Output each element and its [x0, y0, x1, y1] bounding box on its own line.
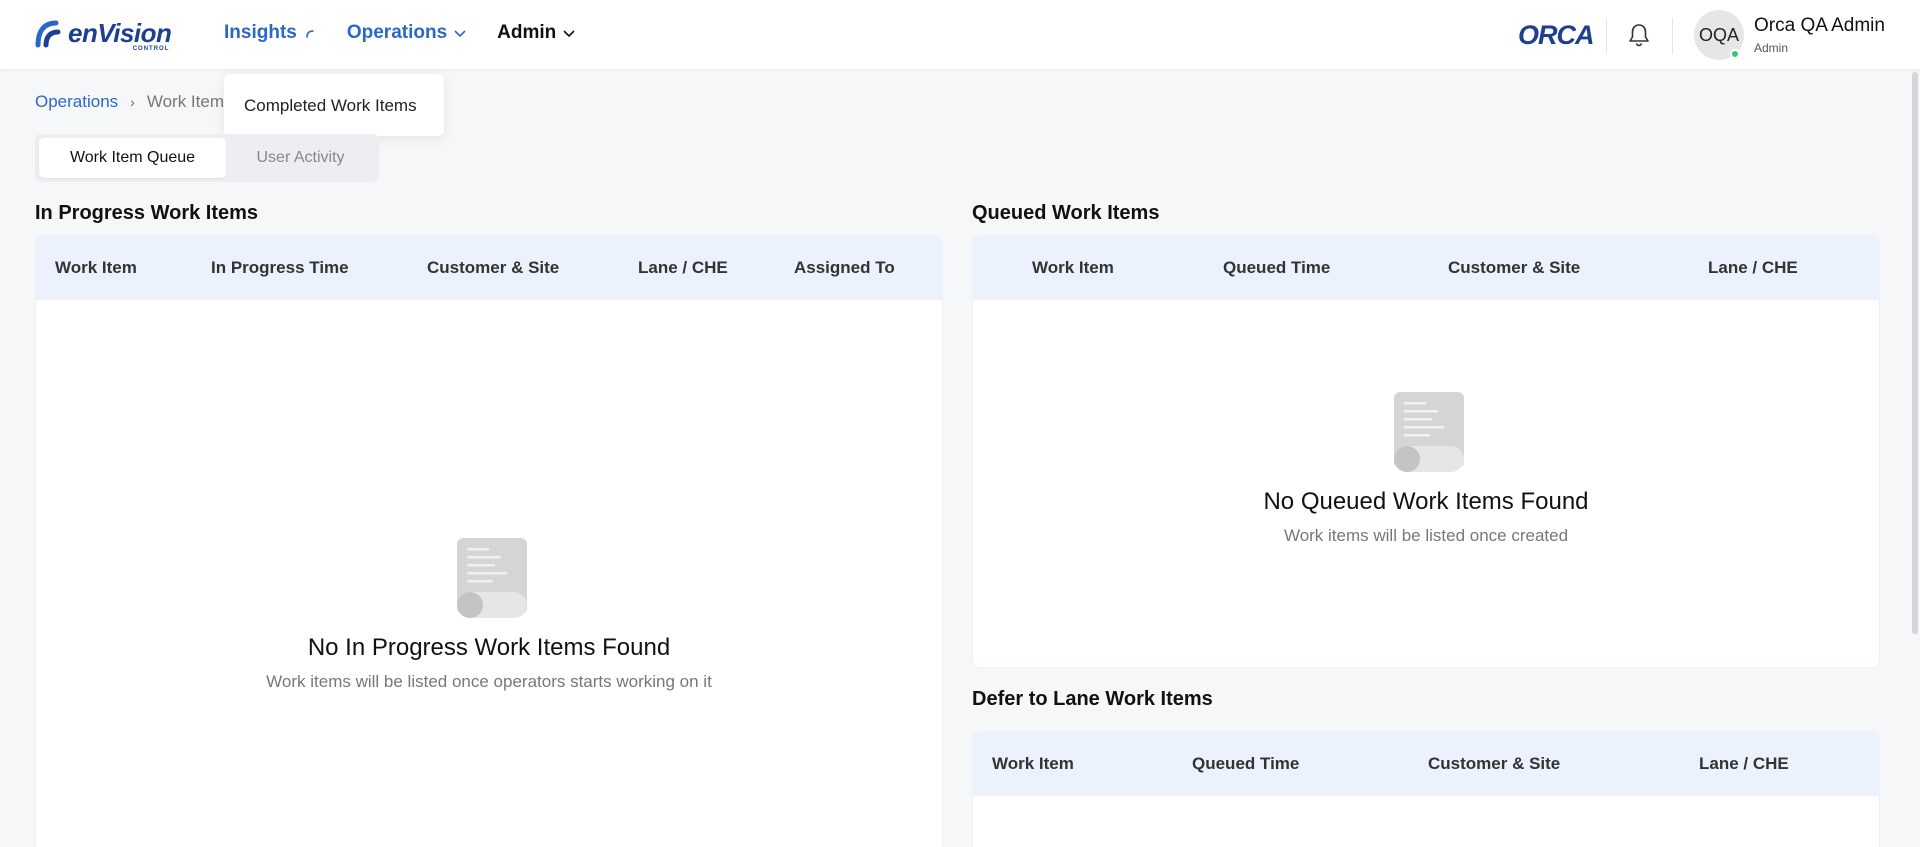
in-progress-title: In Progress Work Items — [35, 202, 259, 224]
empty-subtitle: Work items will be listed once operators… — [266, 672, 712, 691]
empty-title: No In Progress Work Items Found — [307, 634, 671, 661]
nav-insights[interactable]: Insights — [224, 22, 317, 44]
column-header[interactable]: Work Item — [992, 754, 1074, 774]
empty-subtitle: Work items will be listed once created — [1283, 526, 1569, 545]
main-nav: Insights Operations Admin — [224, 22, 576, 44]
breadcrumb-current: Work Item — [146, 92, 224, 111]
orca-logo: ORCA — [1518, 20, 1594, 50]
column-header[interactable]: Work Item — [1032, 258, 1114, 278]
queued-title: Queued Work Items — [972, 202, 1160, 224]
tab-work-item-queue[interactable]: Work Item Queue — [39, 138, 226, 178]
chevron-down-icon — [454, 30, 466, 38]
view-tabs: Work Item Queue User Activity — [35, 134, 379, 182]
table-header: Work Item In Progress Time Customer & Si… — [36, 236, 942, 300]
brand-subtitle: CONTROL — [132, 46, 170, 52]
in-progress-table: Work Item In Progress Time Customer & Si… — [35, 235, 943, 847]
page-scrollbar[interactable] — [1912, 72, 1918, 634]
column-header[interactable]: Lane / CHE — [638, 258, 728, 278]
table-header: Work Item Queued Time Customer & Site La… — [973, 732, 1879, 796]
nav-operations-label: Operations — [346, 22, 448, 43]
column-header[interactable]: Customer & Site — [1428, 754, 1560, 774]
empty-state: No Queued Work Items Found Work items wi… — [973, 390, 1879, 546]
nav-insights-label: Insights — [224, 22, 297, 43]
column-header[interactable]: Lane / CHE — [1699, 754, 1789, 774]
empty-document-icon — [457, 538, 527, 618]
chevron-right-icon: › — [130, 94, 135, 110]
column-header[interactable]: Queued Time — [1192, 754, 1299, 774]
column-header[interactable]: Work Item — [55, 258, 137, 278]
empty-title: No Queued Work Items Found — [1263, 488, 1589, 515]
brand-name: enVision — [68, 18, 172, 48]
defer-table: Work Item Queued Time Customer & Site La… — [972, 731, 1880, 847]
chevron-down-icon — [563, 30, 575, 38]
empty-document-icon — [1394, 392, 1464, 472]
online-status-dot — [1730, 49, 1740, 59]
user-role: Admin — [1754, 41, 1789, 55]
top-header: enVision CONTROL Insights Operations Adm… — [0, 0, 1920, 70]
table-header: Work Item Queued Time Customer & Site La… — [973, 236, 1879, 300]
column-header[interactable]: Customer & Site — [427, 258, 559, 278]
breadcrumb-operations[interactable]: Operations — [35, 92, 118, 112]
bell-icon[interactable] — [1626, 22, 1652, 48]
breadcrumb: Operations › Work Item — [35, 92, 224, 112]
envision-logo[interactable]: enVision CONTROL — [34, 18, 172, 52]
column-header[interactable]: Assigned To — [794, 258, 895, 278]
column-header[interactable]: Lane / CHE — [1708, 258, 1798, 278]
empty-state: No In Progress Work Items Found Work ite… — [36, 536, 942, 692]
user-name[interactable]: Orca QA Admin — [1754, 15, 1885, 37]
header-divider — [1672, 18, 1673, 54]
column-header[interactable]: Customer & Site — [1448, 258, 1580, 278]
tab-user-activity[interactable]: User Activity — [226, 138, 375, 178]
column-header[interactable]: In Progress Time — [211, 258, 349, 278]
defer-title: Defer to Lane Work Items — [972, 688, 1213, 710]
header-divider — [1606, 18, 1607, 54]
menu-item-completed-work-items[interactable]: Completed Work Items — [244, 96, 417, 115]
queued-table: Work Item Queued Time Customer & Site La… — [972, 235, 1880, 668]
nav-operations[interactable]: Operations — [347, 22, 467, 44]
envision-logo-icon — [35, 20, 61, 47]
nav-admin-label: Admin — [497, 22, 557, 43]
loading-spinner-icon — [306, 30, 314, 38]
insights-dropdown-menu: Completed Work Items — [224, 74, 444, 136]
column-header[interactable]: Queued Time — [1223, 258, 1330, 278]
nav-admin[interactable]: Admin — [497, 22, 576, 44]
